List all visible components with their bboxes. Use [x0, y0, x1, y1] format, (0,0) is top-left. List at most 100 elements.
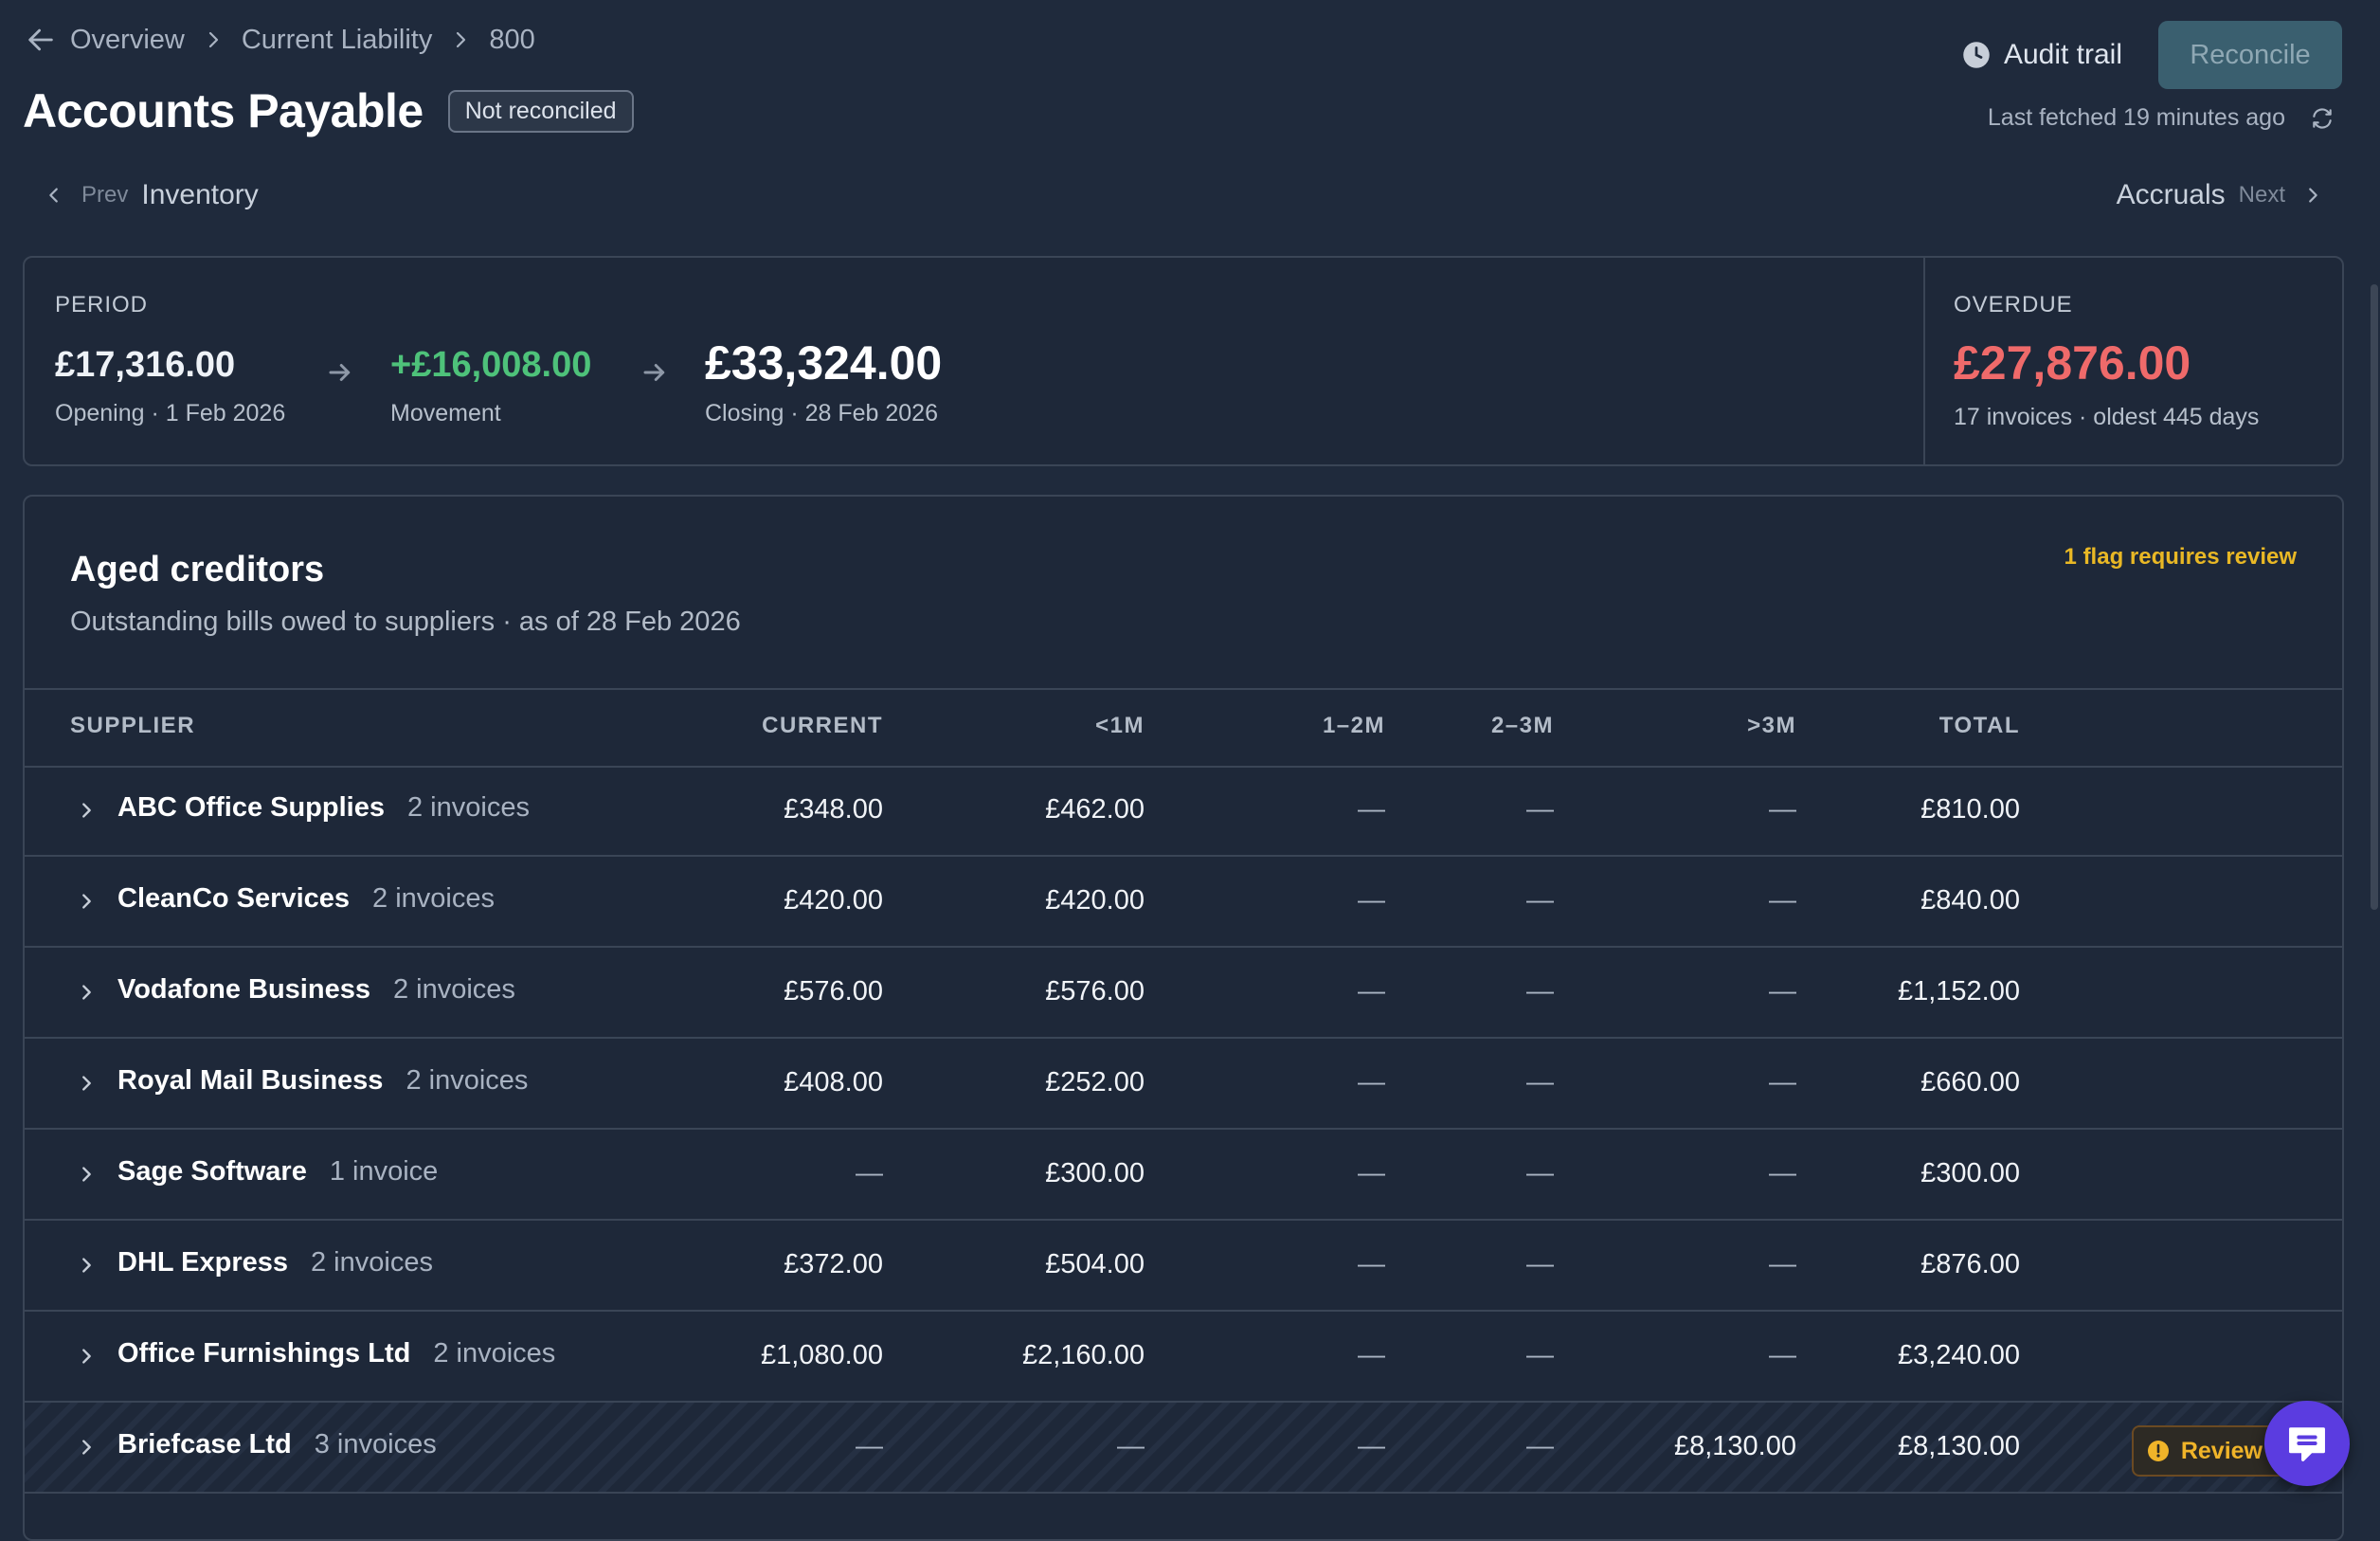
supplier-name-cell: Briefcase Ltd 3 invoices	[117, 1429, 437, 1460]
amount-cell-m12: —	[1358, 1431, 1385, 1461]
table-row[interactable]: Royal Mail Business 2 invoices £408.00 £252…	[25, 1039, 2342, 1130]
amount-cell-m12: —	[1358, 1340, 1385, 1370]
review-button[interactable]: Review	[2131, 1425, 2285, 1477]
invoice-count: 2 invoices	[407, 792, 530, 823]
flag-review-link[interactable]: 1 flag requires review	[2064, 544, 2297, 571]
refresh-icon[interactable]	[2310, 106, 2335, 131]
amount-cell-m12: —	[1358, 794, 1385, 825]
arrow-right-icon	[329, 364, 351, 381]
column-current[interactable]: CURRENT	[762, 713, 883, 739]
amount-cell-total: £660.00	[1920, 1067, 2020, 1097]
amount-cell-current: £420.00	[784, 885, 883, 916]
arrow-left-icon[interactable]	[25, 24, 57, 56]
breadcrumb-overview[interactable]: Overview	[70, 25, 185, 56]
status-badge: Not reconciled	[447, 89, 634, 133]
amount-cell-total: £8,130.00	[1897, 1431, 2020, 1461]
amount-cell-m3: —	[1769, 976, 1796, 1006]
amount-cell-current: —	[856, 1431, 883, 1461]
breadcrumb: Overview Current Liability 800	[25, 21, 535, 59]
supplier-name: Office Furnishings Ltd	[117, 1338, 411, 1369]
closing-caption: Closing · 28 Feb 2026	[705, 400, 938, 426]
amount-cell-m1: £462.00	[1045, 794, 1145, 825]
table-row[interactable]: CleanCo Services 2 invoices £420.00 £420.00…	[25, 857, 2342, 948]
amount-cell-m1: £252.00	[1045, 1067, 1145, 1097]
overdue-label: OVERDUE	[1954, 292, 2073, 317]
expand-chevron-icon[interactable]	[76, 1073, 97, 1094]
overdue-amount: £27,876.00	[1954, 336, 2191, 390]
audit-trail-label: Audit trail	[2003, 39, 2122, 70]
amount-cell-m1: £420.00	[1045, 885, 1145, 916]
supplier-name: Sage Software	[117, 1156, 307, 1187]
amount-cell-m12: —	[1358, 1067, 1385, 1097]
aged-creditors-subtitle: Outstanding bills owed to suppliers · as…	[70, 607, 741, 637]
chevron-right-icon	[2309, 188, 2317, 203]
invoice-count: 1 invoice	[329, 1156, 439, 1187]
table-row[interactable]: DHL Express 2 invoices £372.00 £504.00 — — — £8…	[25, 1221, 2342, 1312]
amount-cell-m1: —	[1117, 1431, 1145, 1461]
alert-icon	[2147, 1441, 2169, 1461]
chevron-right-icon	[208, 31, 218, 48]
amount-cell-current: £576.00	[784, 976, 883, 1006]
supplier-name-cell: Office Furnishings Ltd 2 invoices	[117, 1338, 555, 1369]
amount-cell-m23: —	[1526, 976, 1554, 1006]
chat-button[interactable]	[2264, 1401, 2350, 1486]
amount-cell-total: £3,240.00	[1897, 1340, 2020, 1370]
reconcile-button[interactable]: Reconcile	[2158, 21, 2342, 89]
supplier-name: Briefcase Ltd	[117, 1429, 292, 1459]
amount-cell-m3: —	[1769, 885, 1796, 916]
prev-target: Inventory	[141, 179, 259, 210]
amount-cell-m23: —	[1526, 794, 1554, 825]
amount-cell-current: £348.00	[784, 794, 883, 825]
prev-label: Prev	[81, 182, 129, 208]
expand-chevron-icon[interactable]	[76, 891, 97, 912]
supplier-name: Royal Mail Business	[117, 1065, 384, 1096]
amount-cell-m23: —	[1526, 1067, 1554, 1097]
table-row[interactable]: Vodafone Business 2 invoices £576.00 £576.0…	[25, 948, 2342, 1039]
invoice-count: 2 invoices	[392, 974, 515, 1005]
column-1-2m[interactable]: 1–2M	[1323, 713, 1385, 739]
column-total[interactable]: TOTAL	[1939, 713, 2020, 739]
amount-cell-m23: —	[1526, 1158, 1554, 1188]
next-label: Next	[2238, 182, 2285, 208]
table-row[interactable]: Sage Software 1 invoice — £300.00 — — — £300.00	[25, 1130, 2342, 1221]
invoice-count: 2 invoices	[311, 1247, 433, 1278]
invoice-count: 2 invoices	[406, 1065, 529, 1096]
amount-cell-m3: —	[1769, 794, 1796, 825]
table-row[interactable]: ABC Office Supplies 2 invoices £348.00 £462…	[25, 766, 2342, 857]
supplier-name: ABC Office Supplies	[117, 792, 385, 823]
last-fetched: Last fetched 19 minutes ago	[1988, 104, 2335, 132]
chevron-right-icon	[457, 31, 466, 48]
amount-cell-total: £810.00	[1920, 794, 2020, 825]
supplier-name-cell: Sage Software 1 invoice	[117, 1156, 438, 1187]
table-row[interactable]: Office Furnishings Ltd 2 invoices £1,080.0…	[25, 1312, 2342, 1403]
amount-cell-m12: —	[1358, 885, 1385, 916]
expand-chevron-icon[interactable]	[76, 1255, 97, 1276]
column-2-3m[interactable]: 2–3M	[1491, 713, 1554, 739]
amount-cell-m12: —	[1358, 1249, 1385, 1279]
expand-chevron-icon[interactable]	[76, 1346, 97, 1367]
scrollbar-thumb[interactable]	[2371, 284, 2378, 910]
audit-trail-button[interactable]: Audit trail	[1962, 39, 2122, 71]
expand-chevron-icon[interactable]	[76, 1164, 97, 1185]
amount-cell-m23: —	[1526, 1431, 1554, 1461]
movement-amount: +£16,008.00	[390, 345, 592, 385]
amount-cell-m3: —	[1769, 1249, 1796, 1279]
column-gt-3m[interactable]: >3M	[1747, 713, 1796, 739]
amount-cell-current: £372.00	[784, 1249, 883, 1279]
column-lt-1m[interactable]: <1M	[1095, 713, 1145, 739]
next-account-link[interactable]: Accruals Next	[2117, 176, 2323, 214]
supplier-name-cell: ABC Office Supplies 2 invoices	[117, 792, 530, 824]
expand-chevron-icon[interactable]	[76, 1437, 97, 1458]
breadcrumb-current-liability[interactable]: Current Liability	[242, 25, 432, 56]
chevron-left-icon	[49, 188, 58, 203]
prev-account-link[interactable]: Prev Inventory	[44, 176, 259, 214]
overdue-caption: 17 invoices · oldest 445 days	[1954, 404, 2260, 430]
expand-chevron-icon[interactable]	[76, 982, 97, 1003]
amount-cell-m3: —	[1769, 1067, 1796, 1097]
table-row[interactable]: Briefcase Ltd 3 invoices — — — — £8,130.00 £8,1…	[25, 1403, 2342, 1494]
scrollbar[interactable]	[2371, 0, 2380, 1522]
closing-amount: £33,324.00	[705, 336, 943, 390]
expand-chevron-icon[interactable]	[76, 800, 97, 821]
amount-cell-m3: —	[1769, 1158, 1796, 1188]
column-supplier[interactable]: SUPPLIER	[70, 713, 195, 739]
